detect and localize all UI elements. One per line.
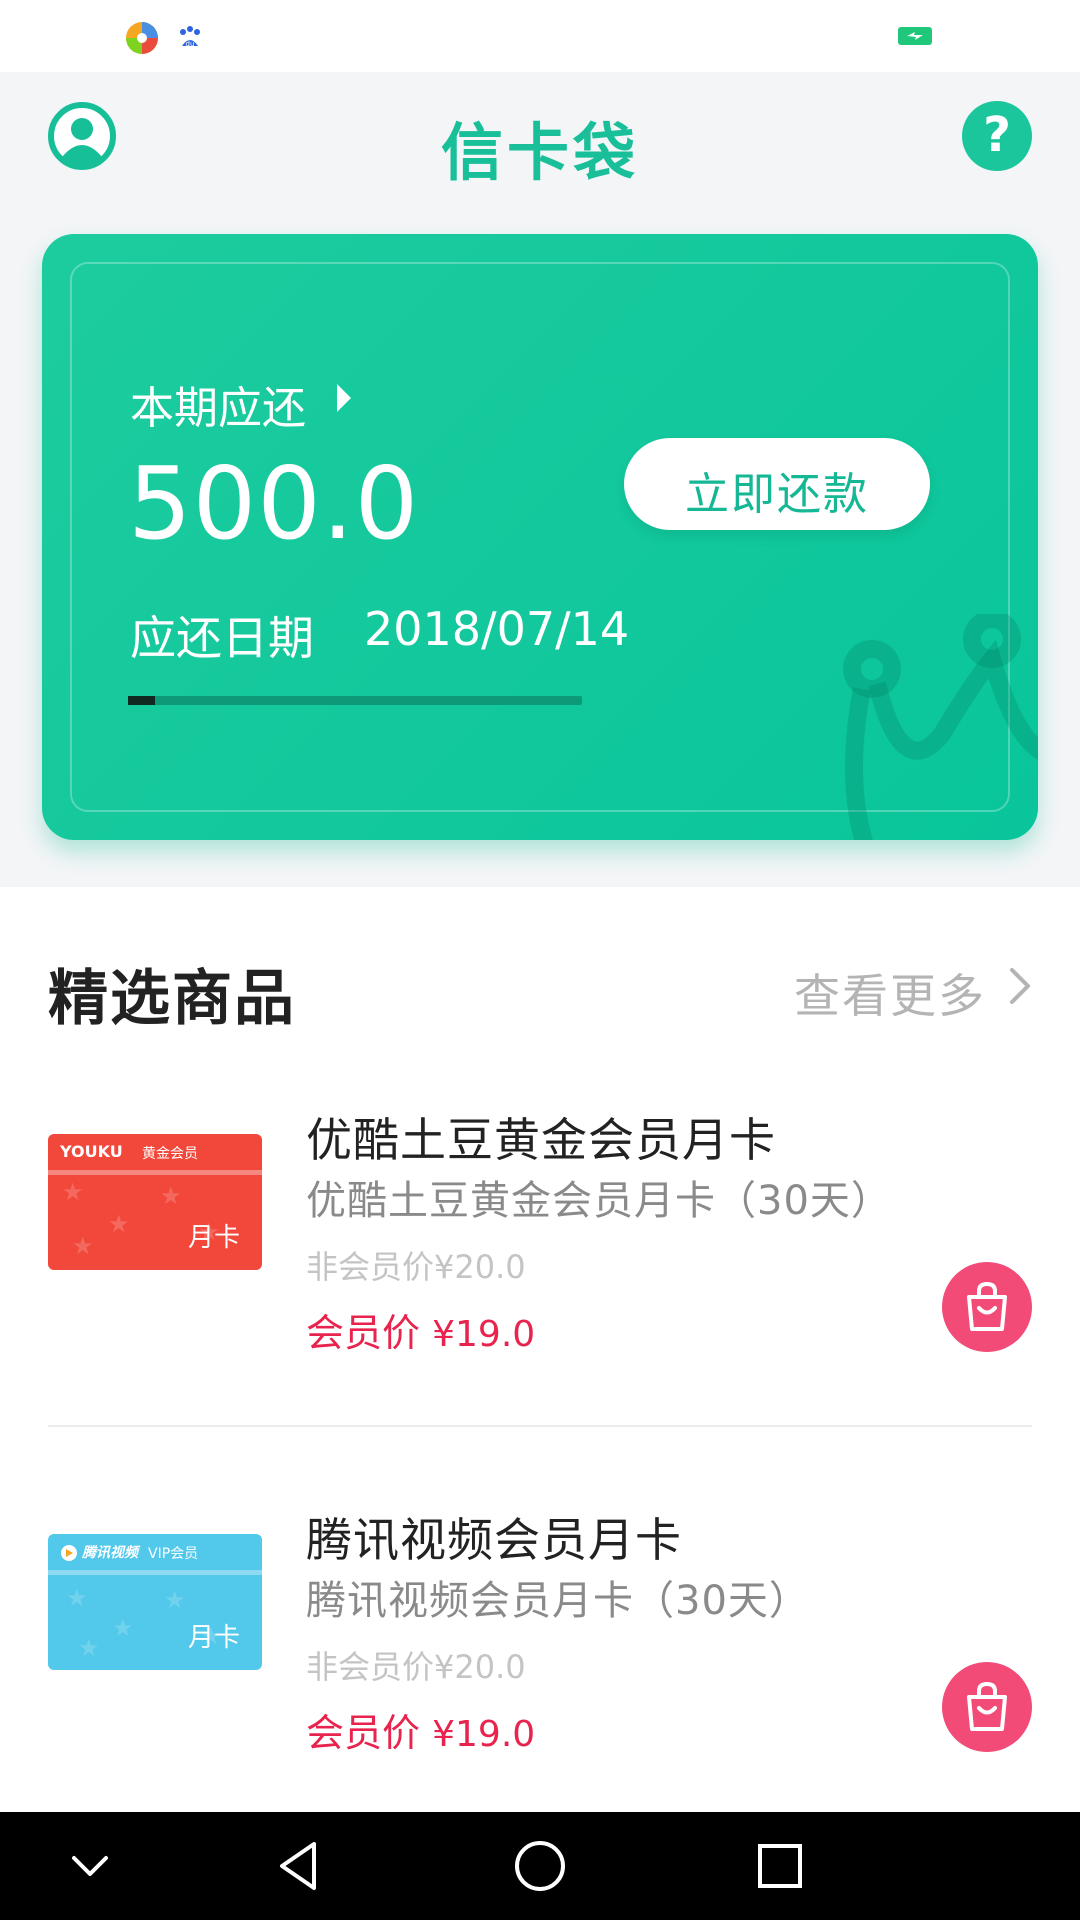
due-label[interactable]: 本期应还: [130, 372, 306, 436]
section-title: 精选商品: [48, 964, 296, 1034]
tencent-video-card-image[interactable]: ★ ★ ★ ★ ★ 腾讯视频 VIP会员 月卡: [48, 1534, 262, 1670]
shopping-bag-icon: [967, 1281, 1007, 1331]
due-date-label: 应还日期: [130, 611, 314, 665]
battery-charging-icon: [898, 27, 932, 45]
product-subtitle: 优酷土豆黄金会员月卡（30天）: [306, 1178, 892, 1224]
help-button[interactable]: ?: [962, 101, 1032, 171]
recents-square-icon[interactable]: [750, 1836, 810, 1896]
member-price: 会员价 ¥19.0: [306, 1702, 535, 1757]
card-monthly-label: 月卡: [187, 1623, 240, 1653]
help-question-icon: ?: [983, 107, 1011, 163]
status-bar: du: [0, 0, 1080, 72]
original-price: 非会员价¥20.0: [306, 1648, 526, 1686]
card-tier-label: VIP会员: [148, 1546, 199, 1562]
chevron-right-icon[interactable]: [1006, 966, 1034, 1006]
svg-text:du: du: [186, 40, 195, 48]
see-more-link[interactable]: 查看更多: [794, 960, 986, 1026]
card-band: [48, 1570, 262, 1575]
home-circle-icon[interactable]: [510, 1836, 570, 1896]
caret-right-icon[interactable]: [337, 384, 351, 412]
page-title: 信卡袋: [440, 116, 639, 189]
card-tier-label: 黄金会员: [142, 1146, 198, 1162]
card-decoration: [843, 614, 1038, 840]
app-header: 信卡袋 ?: [0, 72, 1080, 197]
repay-now-button[interactable]: 立即还款: [624, 438, 930, 530]
tencent-video-logo-icon: [61, 1545, 77, 1561]
product-title[interactable]: 腾讯视频会员月卡: [306, 1504, 682, 1570]
system-nav-bar: [0, 1812, 1080, 1920]
due-date-value: 2018/07/14: [364, 602, 630, 656]
product-item[interactable]: ★ ★ ★ ★ ★ 腾讯视频 VIP会员 月卡 腾讯视频会员月卡 腾讯视频会员月…: [0, 1513, 1080, 1834]
tencent-video-brand: 腾讯视频: [82, 1545, 138, 1561]
youku-card-image[interactable]: ★ ★ ★ ★ ★ YOUKU 黄金会员 月卡: [48, 1134, 262, 1270]
repay-now-label: 立即还款: [685, 469, 869, 520]
product-subtitle: 腾讯视频会员月卡（30天）: [306, 1578, 810, 1624]
member-price-value: ¥19.0: [432, 1314, 536, 1355]
product-title[interactable]: 优酷土豆黄金会员月卡: [306, 1104, 776, 1170]
member-price-value: ¥19.0: [432, 1714, 536, 1755]
back-triangle-icon[interactable]: [270, 1836, 330, 1896]
shopping-bag-button[interactable]: [942, 1662, 1032, 1752]
due-amount: 500.0: [128, 445, 420, 562]
progress-track: [128, 696, 582, 705]
progress-fill: [128, 696, 156, 705]
card-monthly-label: 月卡: [187, 1223, 240, 1253]
colorful-app-icon: [126, 22, 158, 54]
shopping-bag-button[interactable]: [942, 1262, 1032, 1352]
shopping-bag-icon: [967, 1681, 1007, 1731]
baidu-icon: du: [174, 22, 206, 54]
original-price: 非会员价¥20.0: [306, 1248, 526, 1286]
member-price-label: 会员价: [306, 1311, 421, 1355]
collapse-chevron-icon[interactable]: [60, 1836, 120, 1896]
youku-logo: YOUKU: [60, 1142, 123, 1161]
product-item[interactable]: ★ ★ ★ ★ ★ YOUKU 黄金会员 月卡 优酷土豆黄金会员月卡 优酷土豆黄…: [0, 1113, 1080, 1434]
card-band: [48, 1170, 262, 1175]
list-divider: [48, 1425, 1032, 1427]
member-price-label: 会员价: [306, 1711, 421, 1755]
member-price: 会员价 ¥19.0: [306, 1302, 535, 1357]
